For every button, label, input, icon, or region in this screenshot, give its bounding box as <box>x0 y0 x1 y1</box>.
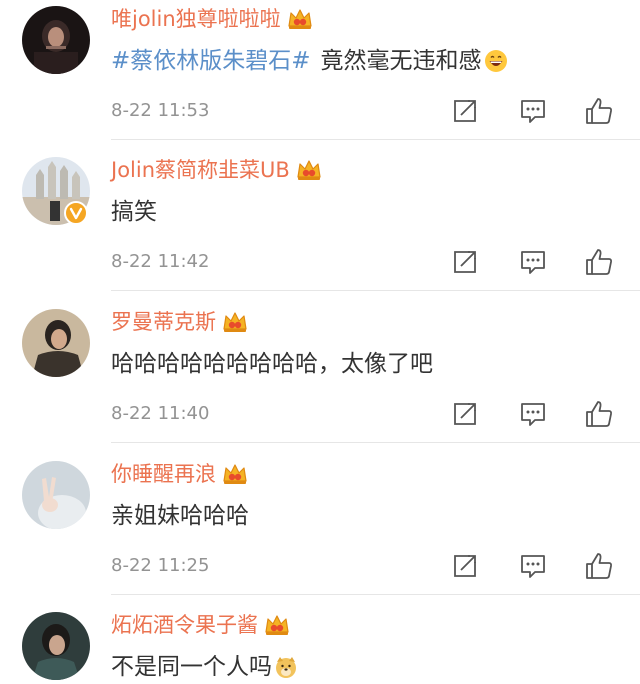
comment-text: 哈哈哈哈哈哈哈哈哈，太像了吧 <box>111 351 433 377</box>
timestamp: 8-22 11:53 <box>111 100 210 121</box>
divider <box>111 442 640 443</box>
avatar[interactable] <box>22 612 90 680</box>
comment-item: 你睡醒再浪 亲姐妹哈哈哈 8-22 11:25 <box>0 459 640 611</box>
thumbs-up-icon[interactable] <box>584 551 614 581</box>
comment-text: 不是同一个人吗 <box>111 654 272 680</box>
timestamp: 8-22 11:40 <box>111 403 210 424</box>
share-icon[interactable] <box>450 399 480 429</box>
username[interactable]: Jolin蔡简称韭菜UB <box>111 155 290 185</box>
comment-text: 亲姐妹哈哈哈 <box>111 503 249 529</box>
crown-vip-icon <box>265 615 289 635</box>
divider <box>111 594 640 595</box>
share-icon[interactable] <box>450 247 480 277</box>
crown-vip-icon <box>223 312 247 332</box>
comment-item: 唯jolin独尊啦啦啦 #蔡依林版朱碧石# 竟然毫无违和感 8-22 11:53 <box>0 4 640 156</box>
comment-text: 搞笑 <box>111 199 157 225</box>
avatar[interactable] <box>22 309 90 377</box>
comment-item: 罗曼蒂克斯 哈哈哈哈哈哈哈哈哈，太像了吧 8-22 11:40 <box>0 307 640 459</box>
comment-icon[interactable] <box>518 399 548 429</box>
share-icon[interactable] <box>450 96 480 126</box>
topic-link[interactable]: #蔡依林版朱碧石# <box>111 44 311 78</box>
username[interactable]: 唯jolin独尊啦啦啦 <box>111 4 281 34</box>
avatar[interactable] <box>22 461 90 529</box>
comment-text: 竟然毫无违和感 <box>320 48 482 74</box>
comment-item: 炻炻酒令果子酱 不是同一个人吗 <box>0 610 640 683</box>
timestamp: 8-22 11:25 <box>111 555 210 576</box>
comment-icon[interactable] <box>518 96 548 126</box>
verified-badge-icon <box>64 201 88 225</box>
thumbs-up-icon[interactable] <box>584 399 614 429</box>
thumbs-up-icon[interactable] <box>584 96 614 126</box>
comment-icon[interactable] <box>518 551 548 581</box>
divider <box>111 139 640 140</box>
share-icon[interactable] <box>450 551 480 581</box>
comment-icon[interactable] <box>518 247 548 277</box>
crown-vip-icon <box>288 9 312 29</box>
username[interactable]: 炻炻酒令果子酱 <box>111 610 258 640</box>
doge-emoji <box>276 657 296 678</box>
thumbs-up-icon[interactable] <box>584 247 614 277</box>
timestamp: 8-22 11:42 <box>111 251 210 272</box>
avatar[interactable] <box>22 6 90 74</box>
crown-vip-icon <box>297 160 321 180</box>
divider <box>111 290 640 291</box>
grinning-emoji <box>484 50 507 72</box>
crown-vip-icon <box>223 464 247 484</box>
username[interactable]: 你睡醒再浪 <box>111 459 216 489</box>
username[interactable]: 罗曼蒂克斯 <box>111 307 216 337</box>
comment-item: Jolin蔡简称韭菜UB 搞笑 8-22 11:42 <box>0 155 640 307</box>
